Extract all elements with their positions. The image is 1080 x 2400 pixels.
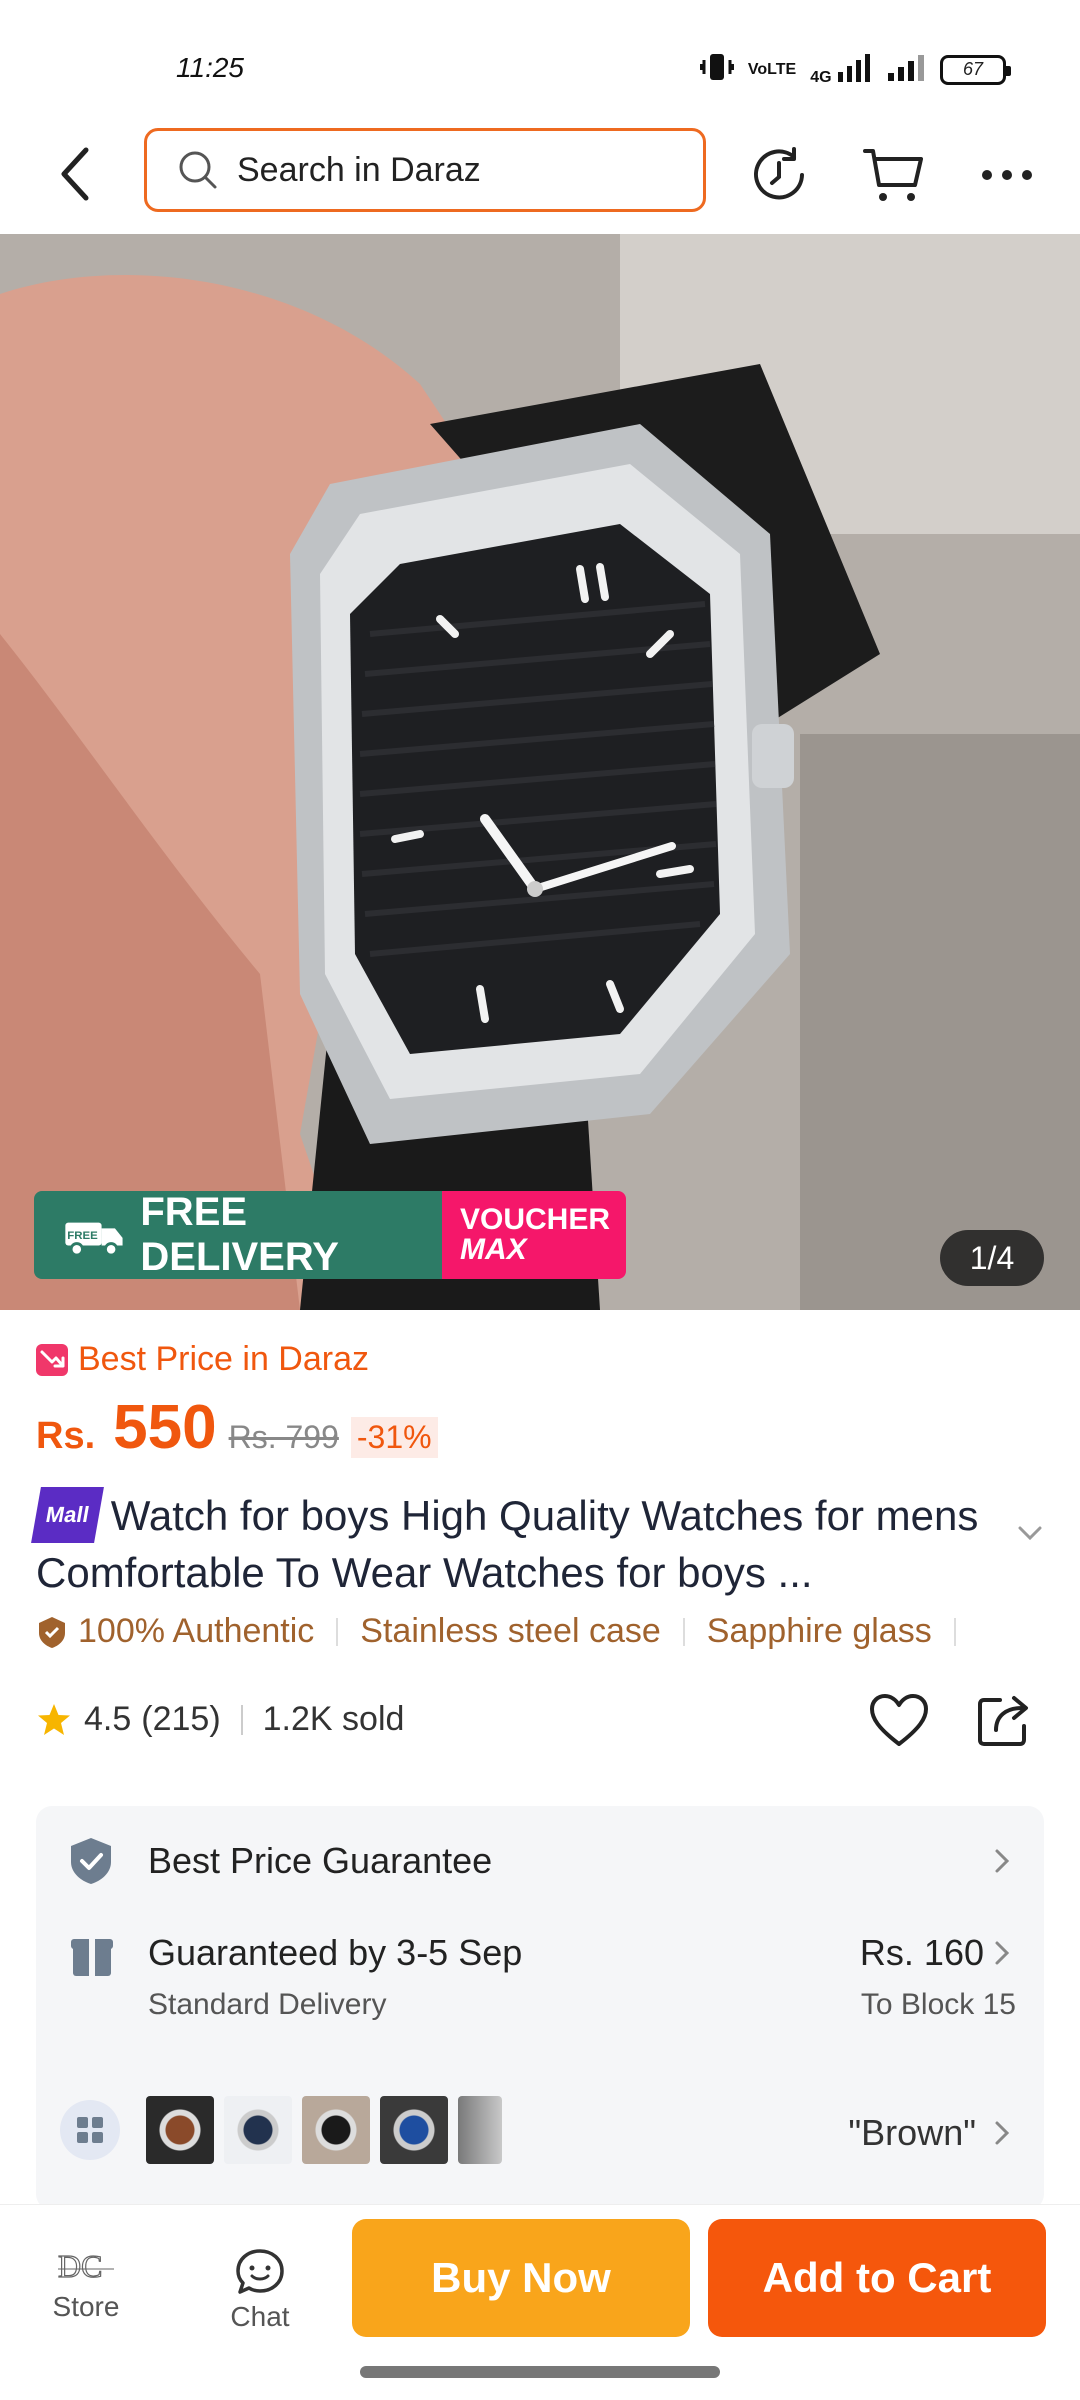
rating-value: 4.5 — [84, 1700, 132, 1738]
more-options-button[interactable] — [972, 140, 1042, 210]
cart-icon — [863, 149, 923, 201]
status-time: 11:25 — [176, 52, 244, 83]
variant-thumb-navy[interactable] — [224, 2096, 292, 2164]
variant-thumb-gray[interactable] — [458, 2096, 502, 2164]
variant-thumb-brown[interactable] — [146, 2096, 214, 2164]
feature-stainless-case: Stainless steel case — [360, 1612, 661, 1650]
variants-grid-icon — [60, 2100, 120, 2160]
feature-authentic: 100% Authentic — [78, 1612, 315, 1650]
chat-label: Chat — [230, 2301, 290, 2332]
chevron-right-icon — [995, 1941, 1010, 1965]
variant-row[interactable]: "Brown" — [36, 2096, 1044, 2176]
original-price: Rs. 799 — [228, 1419, 339, 1455]
status-icons: VoLTE 4G 67 — [699, 52, 1011, 87]
sold-count: 1.2K sold — [262, 1700, 405, 1738]
status-bar: 11:25 VoLTE 4G 67 — [0, 0, 1080, 120]
mall-badge: Mall — [31, 1486, 104, 1543]
store-label: Store — [52, 2291, 120, 2322]
price-section: Rs. 550 Rs. 799 -31% — [36, 1392, 438, 1463]
product-image-gallery[interactable]: FREE FREE DELIVERY VOUCHER MAX 1/4 — [0, 234, 1080, 1310]
store-logo-icon: DC — [57, 2247, 114, 2285]
free-delivery-text: FREE DELIVERY — [140, 1191, 339, 1279]
delivery-type: Standard Delivery — [148, 1988, 387, 2021]
wishlist-button[interactable] — [868, 1692, 930, 1753]
search-placeholder: Search in Daraz — [237, 150, 481, 189]
promo-banner: FREE FREE DELIVERY VOUCHER MAX — [34, 1191, 626, 1279]
buy-now-button[interactable]: Buy Now — [352, 2219, 690, 2337]
best-price-tag: Best Price in Daraz — [36, 1340, 369, 1379]
guarantee-shield-icon — [71, 1838, 111, 1884]
feature-tags: 100% Authentic Stainless steel case Sapp… — [36, 1612, 978, 1651]
chevron-right-icon — [995, 2121, 1010, 2145]
chevron-down-icon — [1018, 1526, 1042, 1541]
add-to-cart-button[interactable]: Add to Cart — [708, 2219, 1046, 2337]
service-info-panel: Best Price Guarantee Guaranteed by 3-5 S… — [36, 1806, 1044, 2210]
voucher-text: VOUCHER — [460, 1203, 611, 1236]
free-badge-text: FREE — [67, 1230, 98, 1242]
vibrate-icon — [699, 52, 735, 87]
variant-thumb-blue[interactable] — [380, 2096, 448, 2164]
delivery-truck-icon: FREE — [65, 1222, 123, 1257]
selected-variant: "Brown" — [848, 2112, 976, 2153]
volte-icon: VoLTE — [747, 60, 797, 78]
cart-button[interactable] — [858, 140, 928, 210]
store-button[interactable]: DC Store — [26, 2247, 146, 2323]
chat-icon — [236, 2249, 284, 2294]
feature-divider — [953, 1617, 956, 1646]
share-icon — [978, 1696, 1028, 1746]
signal-icon — [886, 53, 926, 86]
authentic-shield-icon — [39, 1616, 65, 1648]
review-count: (215) — [141, 1700, 221, 1738]
search-icon — [179, 151, 217, 189]
voucher-max-badge: VOUCHER MAX — [442, 1191, 626, 1279]
feature-divider — [336, 1617, 339, 1646]
max-text: MAX — [460, 1233, 527, 1266]
product-photo-watch — [0, 234, 1080, 1310]
history-button[interactable] — [744, 140, 814, 210]
history-icon — [754, 147, 804, 200]
price-amount: 550 — [113, 1393, 217, 1462]
package-icon — [71, 1939, 113, 1976]
price-currency: Rs. — [36, 1415, 96, 1457]
chat-button[interactable]: Chat — [200, 2247, 320, 2333]
feature-sapphire-glass: Sapphire glass — [706, 1612, 932, 1650]
variant-thumbnails — [146, 2096, 502, 2164]
back-button[interactable] — [44, 140, 104, 208]
chevron-right-icon — [995, 1849, 1010, 1873]
product-title[interactable]: Mall Watch for boys High Quality Watches … — [31, 1486, 1006, 1599]
trend-down-icon — [36, 1343, 68, 1376]
battery-indicator: 67 — [940, 54, 1011, 85]
best-price-label: Best Price in Daraz — [78, 1340, 369, 1378]
product-title-text: Watch for boys High Quality Watches for … — [36, 1492, 979, 1596]
home-indicator[interactable] — [360, 2366, 720, 2378]
rating-row[interactable]: 4.5 (215) 1.2K sold — [36, 1700, 404, 1739]
star-icon — [38, 1703, 70, 1735]
feature-divider — [682, 1617, 685, 1646]
discount-badge: -31% — [350, 1417, 438, 1458]
expand-title-button[interactable] — [1018, 1526, 1042, 1545]
back-arrow-icon — [61, 147, 89, 201]
top-nav-bar: Search in Daraz — [0, 120, 1080, 232]
delivery-row[interactable]: Guaranteed by 3-5 Sep Standard Delivery … — [36, 1922, 1044, 2042]
share-button[interactable] — [976, 1692, 1032, 1753]
delivery-fee: Rs. 160 — [859, 1932, 984, 1973]
guarantee-label: Best Price Guarantee — [148, 1840, 493, 1881]
more-dots-icon — [982, 170, 1032, 180]
svg-text:DC: DC — [58, 2248, 102, 2284]
search-input[interactable]: Search in Daraz — [144, 128, 706, 212]
heart-icon — [870, 1694, 928, 1746]
free-delivery-badge: FREE FREE DELIVERY — [34, 1191, 442, 1279]
4g-signal-icon: 4G — [810, 53, 872, 86]
network-label: 4G — [810, 68, 832, 86]
rating-divider — [240, 1704, 243, 1735]
image-counter: 1/4 — [940, 1230, 1044, 1286]
best-price-guarantee-row[interactable]: Best Price Guarantee — [36, 1806, 1044, 1916]
variant-thumb-black[interactable] — [302, 2096, 370, 2164]
delivery-destination: To Block 15 — [860, 1988, 1016, 2021]
delivery-date: Guaranteed by 3-5 Sep — [148, 1932, 523, 1973]
